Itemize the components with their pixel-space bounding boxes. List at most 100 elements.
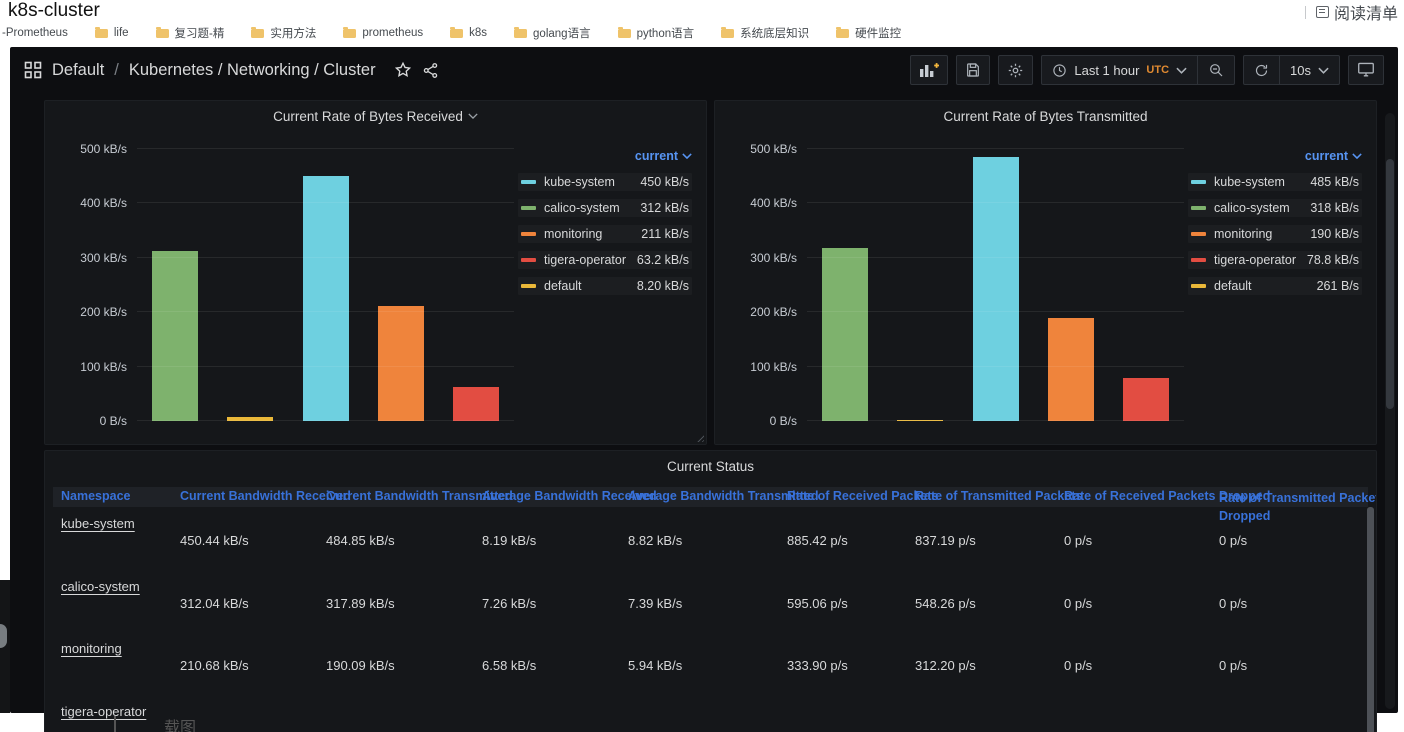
bookmark-label: 系统底层知识 (740, 25, 809, 41)
value-cell: 0 p/s (1211, 570, 1377, 633)
add-panel-button[interactable] (910, 55, 948, 85)
legend-item: tigera-operator63.2 kB/s (518, 251, 692, 269)
y-axis: 0 B/s100 kB/s200 kB/s300 kB/s400 kB/s500… (715, 149, 807, 421)
y-axis-tick: 400 kB/s (750, 196, 797, 210)
panel-resize-handle[interactable] (695, 433, 704, 442)
refresh-button[interactable] (1244, 56, 1279, 84)
column-header-cell: Current Bandwidth Transmitted (318, 487, 474, 507)
legend-sort-header[interactable]: current (518, 149, 692, 163)
left-edge-handle[interactable] (0, 624, 7, 648)
column-header-cell: Namespace (53, 487, 172, 507)
gridline (137, 311, 514, 312)
namespace-link[interactable]: tigera-operator (61, 704, 146, 719)
gridline (807, 420, 1184, 421)
legend-series-name[interactable]: calico-system (544, 201, 640, 215)
panel-header[interactable]: Current Rate of Bytes Transmitted (715, 101, 1376, 131)
bookmark-item[interactable]: 复习题-精 (156, 25, 225, 41)
page-scrollbar-thumb[interactable] (1386, 159, 1394, 409)
bar-monitoring[interactable] (1048, 318, 1094, 421)
value-cell: 0 p/s (1056, 632, 1211, 695)
column-header-link[interactable]: Namespace (61, 489, 131, 503)
bookmark-item[interactable]: golang语言 (514, 25, 591, 41)
legend-series-value: 211 kB/s (641, 227, 689, 241)
namespace-link[interactable]: kube-system (61, 516, 135, 531)
bookmark-item[interactable]: 实用方法 (251, 25, 316, 41)
legend-item: kube-system485 kB/s (1188, 173, 1362, 191)
bookmark-item[interactable]: life (95, 27, 129, 39)
bar-kube-system[interactable] (973, 157, 1019, 421)
legend-series-name[interactable]: default (544, 279, 637, 293)
bookmark-item[interactable]: -Prometheus (2, 27, 68, 39)
star-icon[interactable] (394, 61, 412, 79)
namespace-link[interactable]: monitoring (61, 641, 122, 656)
legend-series-value: 78.8 kB/s (1307, 253, 1359, 267)
gridline (137, 257, 514, 258)
save-dashboard-button[interactable] (956, 55, 990, 85)
bar-slot (363, 149, 438, 421)
bar-kube-system[interactable] (303, 176, 349, 421)
chart-panel: Current Rate of Bytes Received 0 B/s100 … (44, 100, 707, 445)
legend-series-name[interactable]: calico-system (1214, 201, 1310, 215)
bookmark-item[interactable]: prometheus (343, 27, 423, 39)
bookmark-item[interactable]: 硬件监控 (836, 25, 901, 41)
bar-calico-system[interactable] (152, 251, 198, 421)
bookmark-item[interactable]: 系统底层知识 (721, 25, 809, 41)
bar-tigera-operator[interactable] (1123, 378, 1169, 421)
legend-swatch (1191, 284, 1206, 288)
value-cell: 0 p/s (1211, 632, 1377, 695)
dashboard-title[interactable]: Kubernetes / Networking / Cluster (129, 61, 376, 80)
dashboard-settings-button[interactable] (998, 55, 1033, 85)
value-cell: 312.04 kB/s (172, 570, 318, 633)
legend-series-name[interactable]: monitoring (544, 227, 641, 241)
legend-swatch (1191, 232, 1206, 236)
table-row: kube-system450.44 kB/s484.85 kB/s8.19 kB… (53, 507, 1368, 570)
y-axis-tick: 0 B/s (770, 414, 797, 428)
bar-slot (1109, 149, 1184, 421)
bookmarks-separator (1305, 6, 1306, 19)
refresh-interval-label: 10s (1290, 63, 1311, 78)
bookmarks-bar: -Prometheus life 复习题-精 实用方法 prometheus k8s gol… (2, 24, 1402, 42)
bookmark-item[interactable]: python语言 (618, 25, 695, 41)
value-cell: 595.06 p/s (779, 570, 907, 633)
text-cursor (114, 716, 116, 732)
page-scrollbar[interactable] (1385, 113, 1395, 709)
legend-sort-header[interactable]: current (1188, 149, 1362, 163)
bookmark-label: 复习题-精 (175, 25, 225, 41)
table-row: monitoring210.68 kB/s190.09 kB/s6.58 kB/… (53, 632, 1368, 695)
tv-mode-button[interactable] (1348, 55, 1384, 85)
bookmark-item[interactable]: k8s (450, 27, 487, 39)
legend-series-name[interactable]: tigera-operator (1214, 253, 1307, 267)
table-body: kube-system450.44 kB/s484.85 kB/s8.19 kB… (53, 507, 1368, 732)
legend-series-name[interactable]: tigera-operator (544, 253, 637, 267)
namespace-link[interactable]: calico-system (61, 579, 140, 594)
bar-tigera-operator[interactable] (453, 387, 499, 421)
legend-swatch (521, 206, 536, 210)
legend-series-name[interactable]: kube-system (1214, 175, 1310, 189)
y-axis-tick: 300 kB/s (750, 251, 797, 265)
value-cell: 0 p/s (1211, 507, 1377, 570)
reading-list[interactable]: 阅读清单 (1305, 0, 1398, 24)
folder-icon (450, 29, 463, 38)
table-scrollbar[interactable] (1367, 507, 1374, 732)
refresh-interval-picker[interactable]: 10s (1280, 56, 1339, 84)
bar-slot (288, 149, 363, 421)
breadcrumb-folder[interactable]: Default (52, 61, 104, 80)
time-range-picker[interactable]: Last 1 hour UTC (1042, 56, 1197, 84)
legend-series-name[interactable]: default (1214, 279, 1317, 293)
legend-series-name[interactable]: kube-system (544, 175, 640, 189)
gridline (137, 202, 514, 203)
dashboards-grid-icon[interactable] (24, 61, 42, 79)
folder-icon (251, 29, 264, 38)
legend-series-value: 190 kB/s (1310, 227, 1359, 241)
bar-monitoring[interactable] (378, 306, 424, 421)
gridline (137, 148, 514, 149)
panel-header[interactable]: Current Rate of Bytes Received (45, 101, 706, 131)
share-icon[interactable] (422, 62, 439, 79)
bar-calico-system[interactable] (822, 248, 868, 421)
dashboard-navbar: Default / Kubernetes / Networking / Clus… (10, 47, 1398, 93)
legend-series-name[interactable]: monitoring (1214, 227, 1310, 241)
zoom-out-button[interactable] (1198, 56, 1234, 84)
y-axis: 0 B/s100 kB/s200 kB/s300 kB/s400 kB/s500… (45, 149, 137, 421)
value-cell: 8.82 kB/s (620, 507, 779, 570)
chart-panel: Current Rate of Bytes Transmitted 0 B/s 1… (714, 100, 1377, 445)
